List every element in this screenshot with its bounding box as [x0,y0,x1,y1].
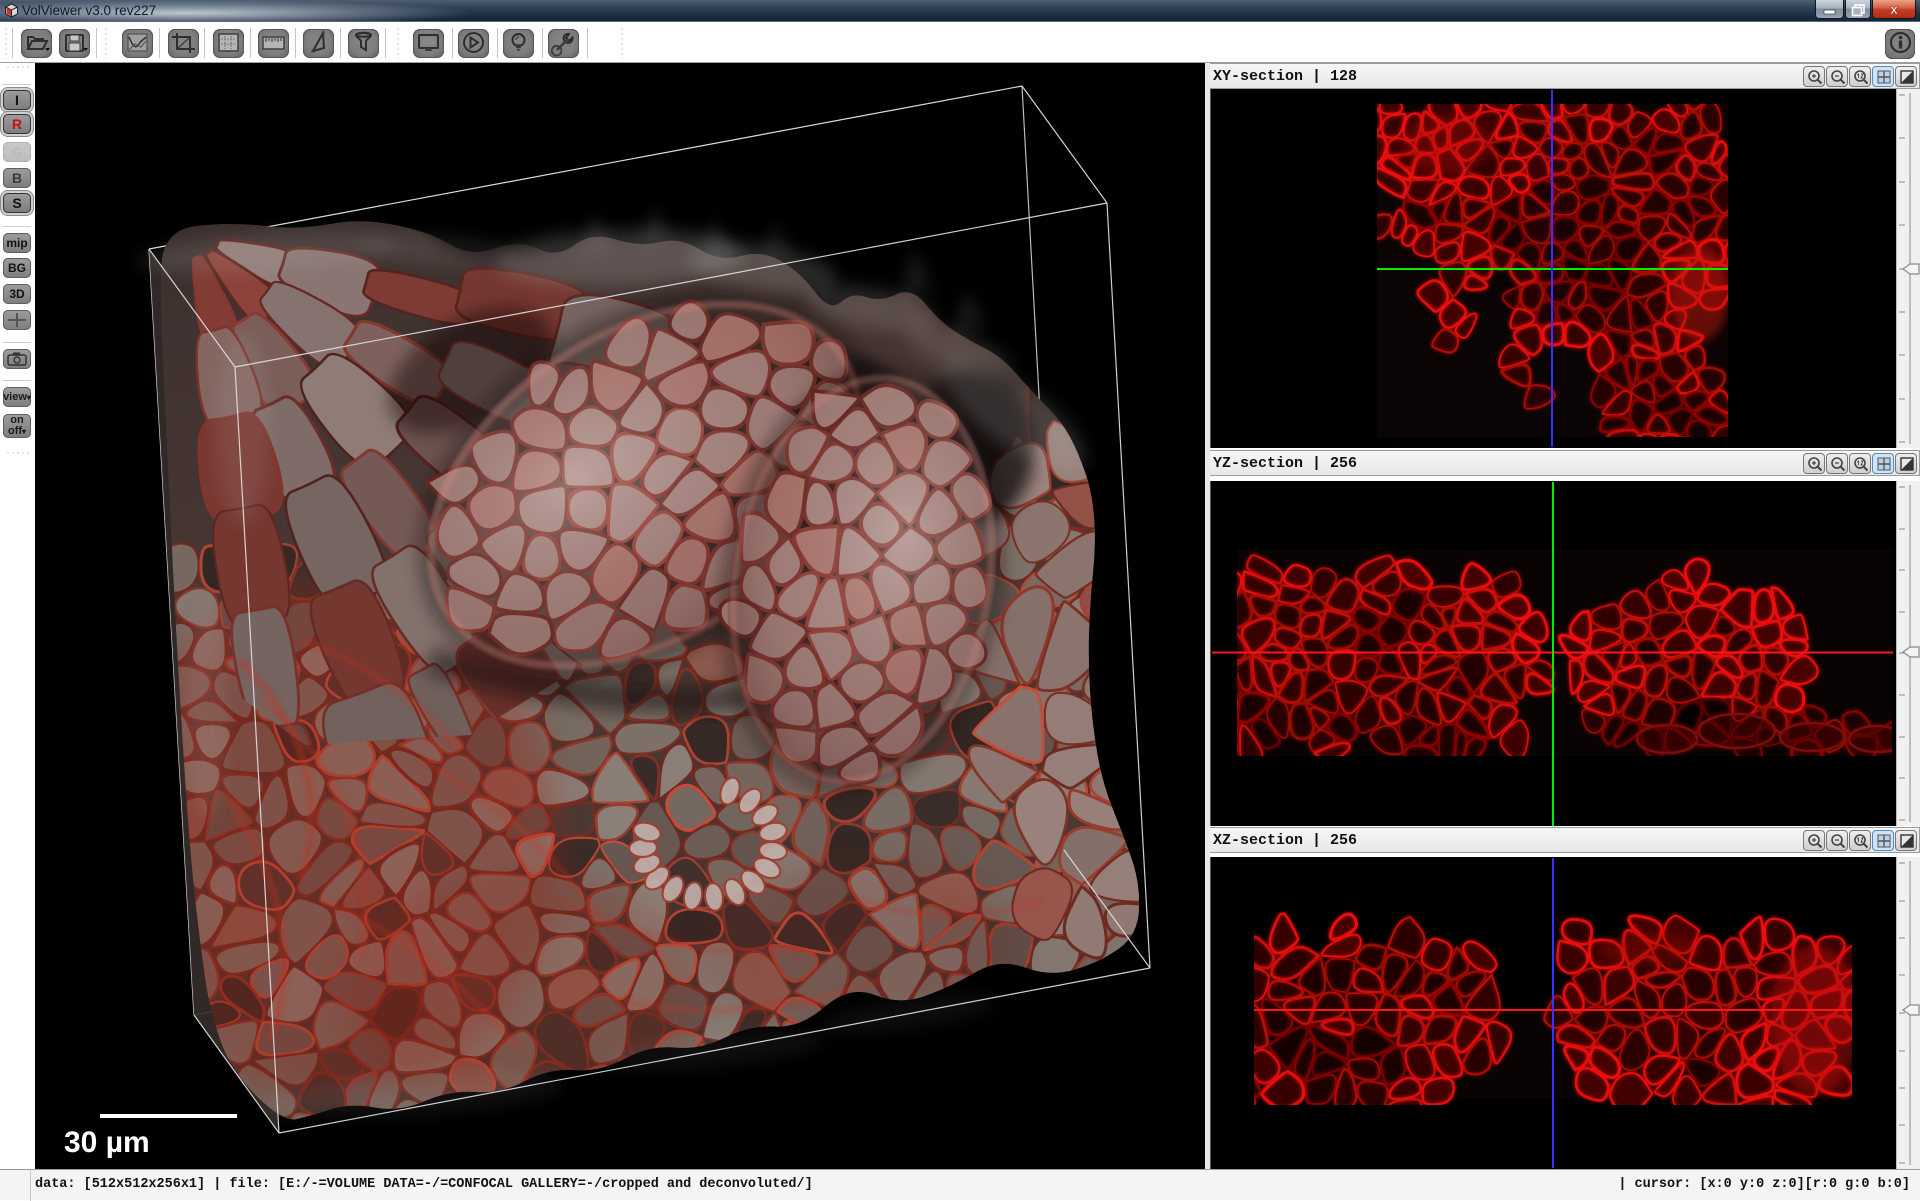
svg-text:x: x [1890,1,1898,17]
svg-text:30 µm: 30 µm [64,1126,150,1159]
